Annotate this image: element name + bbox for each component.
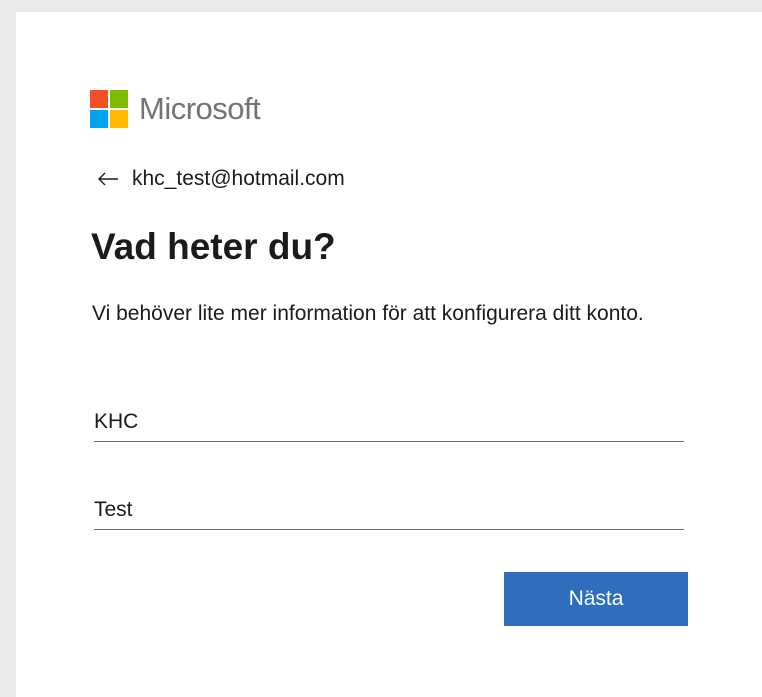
logo-square-red: [90, 90, 108, 108]
brand-name: Microsoft: [139, 91, 261, 126]
page-description: Vi behöver lite mer information för att …: [92, 302, 644, 325]
identity-row: khc_test@hotmail.com: [97, 167, 345, 191]
signin-card: Microsoft khc_test@hotmail.com Vad heter…: [16, 12, 762, 697]
logo-square-yellow: [110, 110, 128, 128]
account-email: khc_test@hotmail.com: [132, 167, 345, 190]
last-name-input[interactable]: [94, 491, 684, 530]
next-button[interactable]: Nästa: [504, 572, 688, 626]
arrow-left-icon[interactable]: [97, 167, 121, 191]
logo-square-green: [110, 90, 128, 108]
first-name-input[interactable]: [94, 403, 684, 442]
page-title: Vad heter du?: [91, 226, 336, 267]
microsoft-squares-icon: [90, 90, 128, 128]
logo-square-blue: [90, 110, 108, 128]
microsoft-logo: Microsoft: [90, 90, 261, 128]
